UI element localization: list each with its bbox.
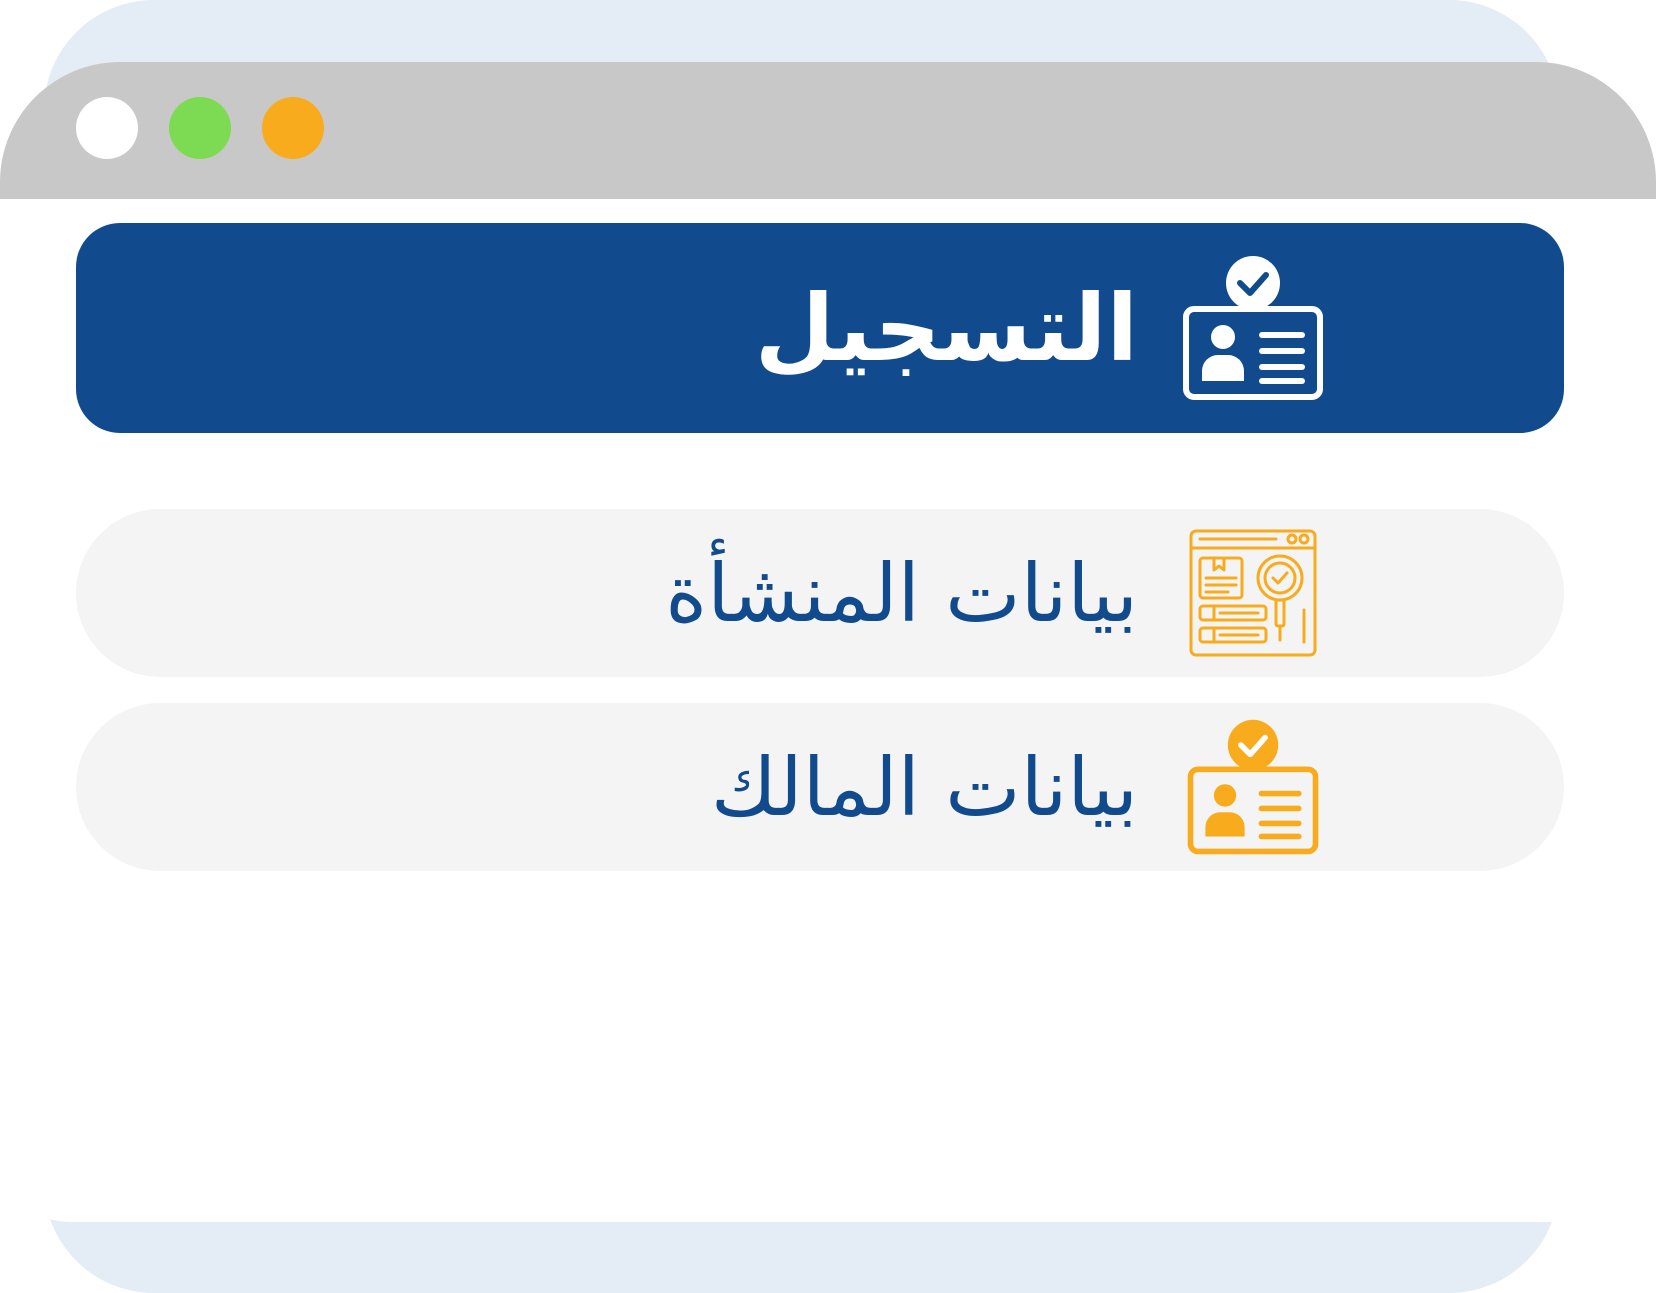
window-maximize-dot[interactable]	[169, 97, 231, 159]
owner-data-label: بيانات المالك	[710, 740, 1138, 834]
establishment-data-label: بيانات المنشأة	[665, 546, 1138, 640]
menu-item-establishment-data[interactable]: بيانات المنشأة	[76, 509, 1564, 677]
title-bar	[0, 62, 1656, 199]
document-inspect-icon	[1178, 518, 1328, 668]
menu-item-owner-data[interactable]: بيانات المالك	[76, 703, 1564, 871]
stage: التسجيل بيانات المنشأة بيانات المالك	[0, 0, 1656, 1293]
id-card-check-icon	[1178, 712, 1328, 862]
registration-title: التسجيل	[754, 274, 1138, 382]
window-minimize-dot[interactable]	[262, 97, 324, 159]
window-close-dot[interactable]	[76, 97, 138, 159]
registration-header[interactable]: التسجيل	[76, 223, 1564, 433]
id-card-check-icon	[1178, 253, 1328, 403]
